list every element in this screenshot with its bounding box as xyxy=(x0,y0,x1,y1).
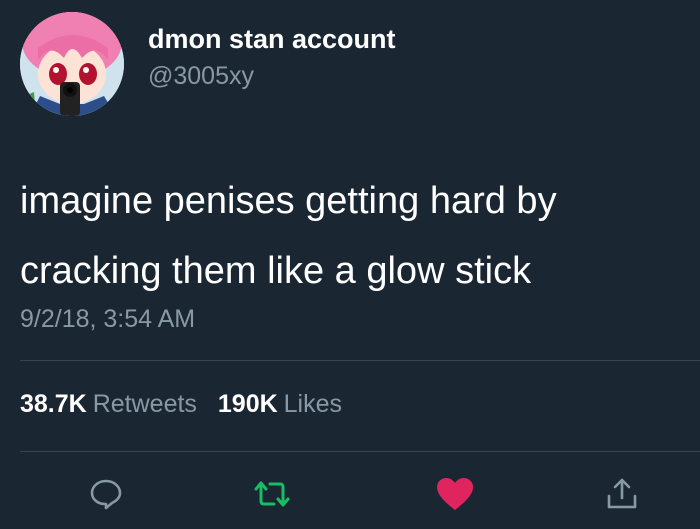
tweet-text: imagine penises getting hard by cracking… xyxy=(20,166,680,306)
divider xyxy=(20,451,700,452)
retweets-count: 38.7K xyxy=(20,390,87,418)
share-arrow-icon xyxy=(607,478,637,509)
tweet-timestamp[interactable]: 9/2/18, 3:54 AM xyxy=(20,305,195,334)
reply-button[interactable] xyxy=(86,474,126,514)
retweet-button[interactable] xyxy=(252,474,292,514)
author-handle[interactable]: @3005xy xyxy=(148,62,254,91)
retweets-stat[interactable]: 38.7K Retweets xyxy=(20,390,218,418)
divider xyxy=(20,360,700,361)
likes-label: Likes xyxy=(283,390,343,418)
tweet-card: dmon stan account @3005xy imagine penise… xyxy=(0,0,700,529)
speech-bubble-icon xyxy=(90,479,122,510)
tweet-text-line: imagine penises getting hard by xyxy=(20,180,557,222)
likes-stat[interactable]: 190K Likes xyxy=(218,390,356,418)
avatar[interactable] xyxy=(20,12,124,116)
share-button[interactable] xyxy=(602,474,642,514)
heart-icon xyxy=(437,478,473,510)
tweet-stats: 38.7K Retweets 190K Likes xyxy=(20,390,356,419)
retweet-arrows-icon xyxy=(254,481,290,507)
avatar-image xyxy=(20,12,124,116)
likes-count: 190K xyxy=(217,390,278,418)
author-name[interactable]: dmon stan account xyxy=(148,24,396,55)
like-button[interactable] xyxy=(435,474,475,514)
tweet-text-line: cracking them like a glow stick xyxy=(20,250,532,292)
retweets-label: Retweets xyxy=(92,390,197,418)
